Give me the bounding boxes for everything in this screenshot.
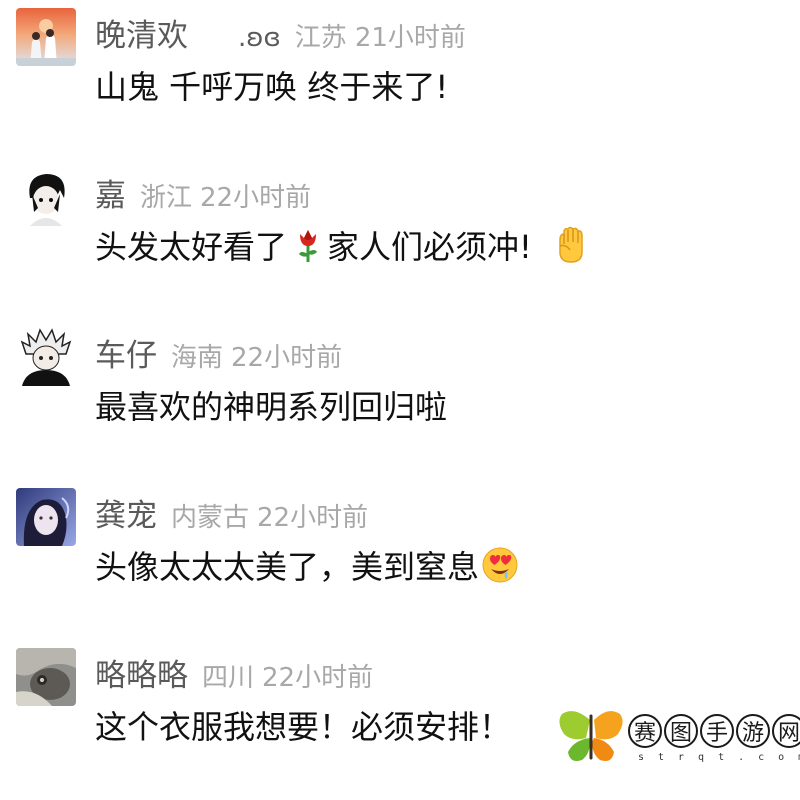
heart-eyes-drool-icon <box>481 546 519 584</box>
watermark-text: 赛 图 手 游 网 <box>628 714 800 748</box>
avatar[interactable] <box>16 328 76 386</box>
avatar[interactable] <box>16 168 76 226</box>
site-watermark: 赛 图 手 游 网 strqt.com <box>556 706 800 766</box>
comment-text: 这个衣服我想要！必须安排！ <box>95 702 511 748</box>
comment-item: 车仔 海南 22小时前 最喜欢的神明系列回归啦 <box>0 320 800 480</box>
comment-meta: 略略略 四川 22小时前 <box>95 650 373 694</box>
rose-icon <box>289 226 327 264</box>
watermark-char: 游 <box>736 714 770 748</box>
username[interactable]: 龚宠 <box>95 490 157 535</box>
comment-meta: 晚清欢 .ʚɞ 江苏 21小时前 <box>95 10 466 54</box>
comment-item: 龚宠 内蒙古 22小时前 头像太太太美了，美到窒息 <box>0 480 800 640</box>
location-label: 江苏 <box>294 23 347 53</box>
comment-meta: 龚宠 内蒙古 22小时前 <box>95 490 368 534</box>
comment-text: 头发太好看了 家人们必须冲! <box>95 222 590 268</box>
watermark-char: 图 <box>664 714 698 748</box>
comment-meta: 嘉 浙江 22小时前 <box>95 170 311 214</box>
avatar[interactable] <box>16 488 76 546</box>
watermark-char: 赛 <box>628 714 662 748</box>
avatar[interactable] <box>16 8 76 66</box>
comment-text-body: 头像太太太美了，美到窒息 <box>95 548 480 586</box>
location-label: 内蒙古 <box>171 503 250 533</box>
comment-text: 最喜欢的神明系列回归啦 <box>95 382 447 428</box>
timestamp: 22小时前 <box>200 183 312 213</box>
comment-text: 头像太太太美了，美到窒息 <box>95 542 519 588</box>
timestamp: 22小时前 <box>262 663 374 693</box>
timestamp: 22小时前 <box>257 503 369 533</box>
timestamp: 21小时前 <box>354 23 466 53</box>
location-label: 浙江 <box>140 183 193 213</box>
watermark-url: strqt.com <box>638 752 800 763</box>
username-suffix: .ʚɞ <box>238 23 281 53</box>
location-label: 四川 <box>202 663 255 693</box>
butterfly-logo-icon <box>559 711 623 761</box>
comment-meta: 车仔 海南 22小时前 <box>95 330 342 374</box>
comment-text-body: 最喜欢的神明系列回归啦 <box>95 388 448 426</box>
username[interactable]: 车仔 <box>95 330 157 375</box>
comment-item: 晚清欢 .ʚɞ 江苏 21小时前 山鬼 千呼万唤 终于来了! <box>0 0 800 160</box>
raised-fist-icon <box>552 226 590 264</box>
avatar[interactable] <box>16 648 76 706</box>
comment-text-body: 山鬼 千呼万唤 终于来了! <box>95 68 449 106</box>
comment-text-body: 头发太好看了 <box>95 228 288 266</box>
timestamp: 22小时前 <box>231 343 343 373</box>
watermark-char: 网 <box>772 714 800 748</box>
location-label: 海南 <box>171 343 224 373</box>
username[interactable]: 晚清欢 <box>95 10 188 55</box>
comment-item: 嘉 浙江 22小时前 头发太好看了 家人们必须冲! <box>0 160 800 320</box>
comment-text: 山鬼 千呼万唤 终于来了! <box>95 62 448 108</box>
comment-text-body: 这个衣服我想要！必须安排！ <box>95 708 512 746</box>
watermark-char: 手 <box>700 714 734 748</box>
comment-text-tail: 家人们必须冲! <box>327 228 532 266</box>
username[interactable]: 嘉 <box>95 170 126 215</box>
username[interactable]: 略略略 <box>95 650 188 695</box>
